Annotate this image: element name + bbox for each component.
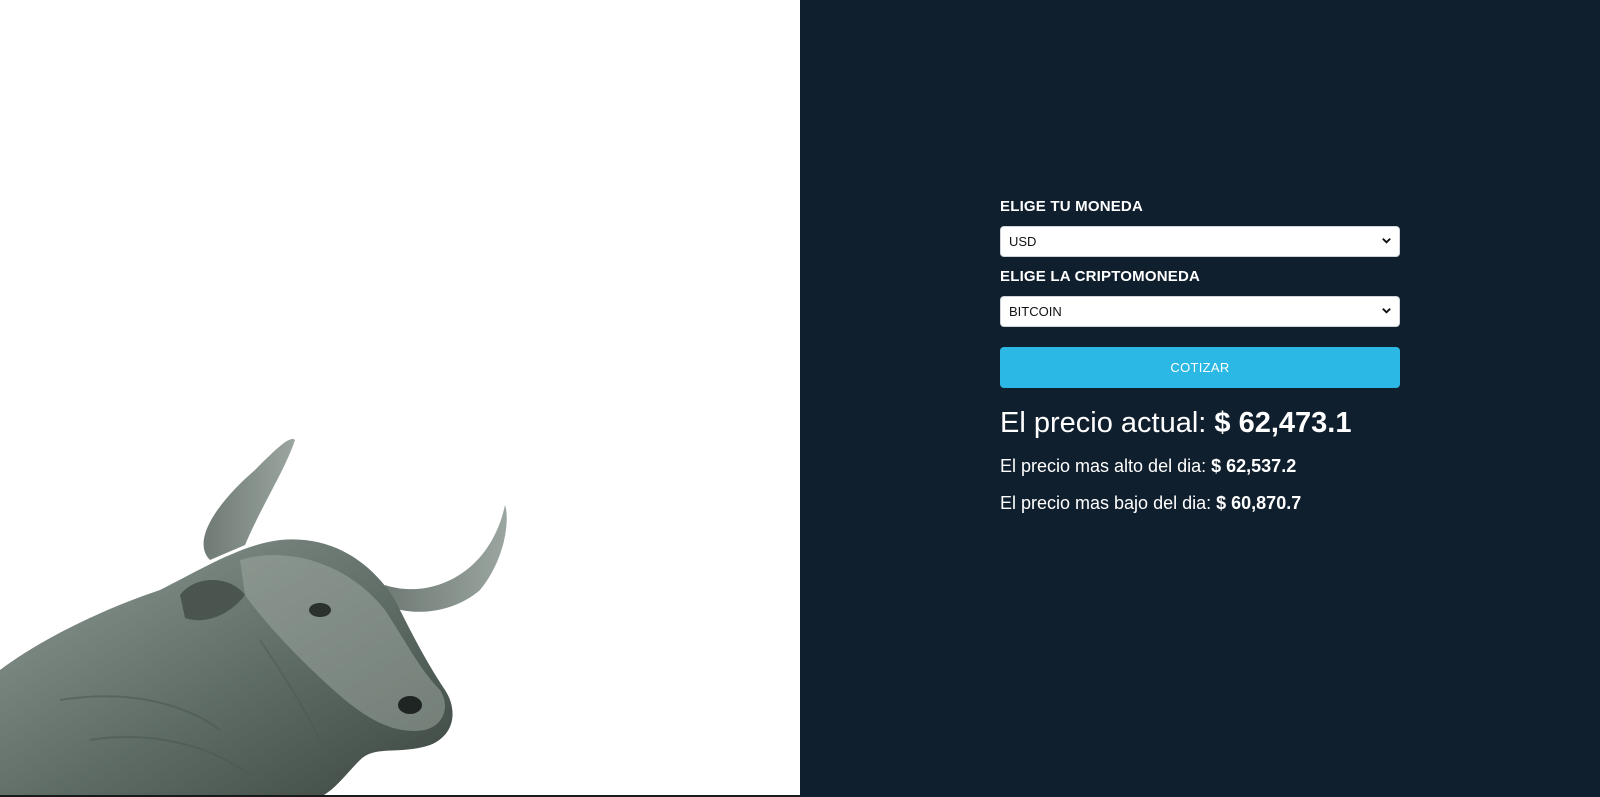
bull-image xyxy=(0,439,507,795)
quote-panel: ELIGE TU MONEDA USD ELIGE LA CRIPTOMONED… xyxy=(800,0,1600,797)
crypto-select-value: BITCOIN xyxy=(1009,304,1062,319)
low-price-value: $ 60,870.7 xyxy=(1216,493,1302,513)
low-price-label: El precio mas bajo del dia: xyxy=(1000,493,1212,513)
current-price-value: $ 62,473.1 xyxy=(1214,407,1352,439)
quote-form: ELIGE TU MONEDA USD ELIGE LA CRIPTOMONED… xyxy=(1000,198,1400,514)
high-price: El precio mas alto del dia: $ 62,537.2 xyxy=(1000,455,1400,477)
current-price-label: El precio actual: xyxy=(1000,407,1207,439)
currency-select-value: USD xyxy=(1009,234,1037,249)
result-block: El precio actual: $ 62,473.1 El precio m… xyxy=(1000,406,1400,514)
hero-panel xyxy=(0,0,800,797)
page: ELIGE TU MONEDA USD ELIGE LA CRIPTOMONED… xyxy=(0,0,1600,797)
chevron-down-icon xyxy=(1382,308,1391,314)
crypto-label: ELIGE LA CRIPTOMONEDA xyxy=(1000,268,1201,285)
currency-select[interactable]: USD xyxy=(1000,226,1400,257)
chevron-down-icon xyxy=(1382,238,1391,244)
crypto-select[interactable]: BITCOIN xyxy=(1000,296,1400,327)
high-price-label: El precio mas alto del dia: xyxy=(1000,456,1207,476)
cotizar-button[interactable]: COTIZAR xyxy=(1000,347,1400,388)
currency-label: ELIGE TU MONEDA xyxy=(1000,198,1144,215)
high-price-value: $ 62,537.2 xyxy=(1211,456,1297,476)
current-price: El precio actual: $ 62,473.1 xyxy=(1000,406,1400,440)
low-price: El precio mas bajo del dia: $ 60,870.7 xyxy=(1000,492,1400,514)
